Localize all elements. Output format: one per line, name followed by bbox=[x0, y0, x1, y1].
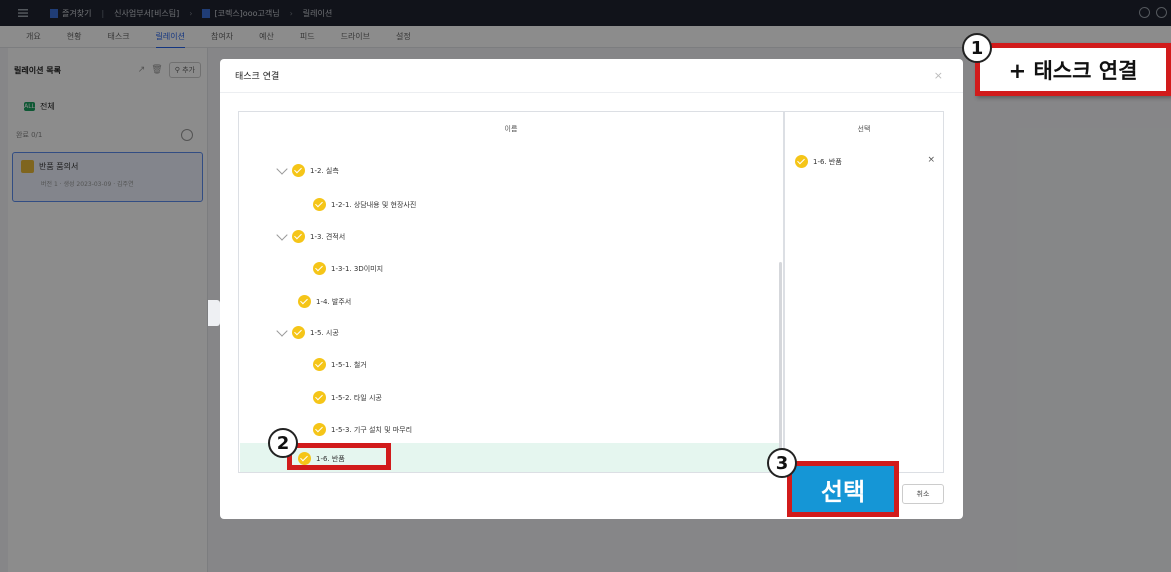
step-badge-3: 3 bbox=[767, 448, 797, 478]
scrollbar[interactable] bbox=[779, 262, 782, 462]
highlight-frame bbox=[287, 443, 391, 470]
check-icon bbox=[313, 391, 326, 404]
selected-column-header: 선택 bbox=[857, 125, 871, 133]
selected-item: 1-6. 반품 × bbox=[795, 155, 935, 168]
check-icon bbox=[313, 423, 326, 436]
check-icon bbox=[292, 326, 305, 339]
tree-node[interactable]: 1-5-2. 타일 시공 bbox=[313, 391, 382, 404]
tree-node[interactable]: 1-2-1. 상담내용 및 현장사진 bbox=[313, 198, 416, 211]
tree-node[interactable]: 1-3-1. 3D이미지 bbox=[313, 262, 383, 275]
check-icon bbox=[313, 358, 326, 371]
check-icon bbox=[313, 198, 326, 211]
check-icon bbox=[313, 262, 326, 275]
selected-panel: 선택 1-6. 반품 × bbox=[784, 111, 944, 473]
tree-column-header: 이름 bbox=[504, 125, 518, 133]
check-icon bbox=[292, 164, 305, 177]
tree-node[interactable]: 1-5-3. 기구 설치 및 마무리 bbox=[313, 423, 412, 436]
remove-icon[interactable]: × bbox=[927, 155, 935, 165]
task-tree-panel: 이름 1-2. 실측 1-2-1. 상담내용 및 현장사진 1-3. 견적서 1… bbox=[238, 111, 784, 473]
chevron-down-icon[interactable] bbox=[277, 328, 287, 338]
modal-header: 태스크 연결 × bbox=[220, 59, 963, 93]
close-icon[interactable]: × bbox=[934, 69, 943, 82]
callout-task-link: + 태스크 연결 bbox=[975, 43, 1171, 96]
step-badge-2: 2 bbox=[268, 428, 298, 458]
tree-node[interactable]: 1-3. 견적서 bbox=[277, 230, 345, 243]
tree-node[interactable]: 1-2. 실측 bbox=[277, 164, 339, 177]
select-button[interactable]: 선택 bbox=[787, 461, 899, 517]
tree-node[interactable]: 1-4. 발주서 bbox=[298, 295, 351, 308]
check-icon bbox=[292, 230, 305, 243]
chevron-down-icon[interactable] bbox=[277, 166, 287, 176]
step-badge-1: 1 bbox=[962, 33, 992, 63]
cancel-button[interactable]: 취소 bbox=[902, 484, 944, 504]
tree-node[interactable]: 1-5. 시공 bbox=[277, 326, 339, 339]
collapse-handle[interactable] bbox=[208, 300, 220, 326]
check-icon bbox=[795, 155, 808, 168]
chevron-down-icon[interactable] bbox=[277, 232, 287, 242]
modal-title: 태스크 연결 bbox=[235, 72, 280, 82]
tree-node[interactable]: 1-5-1. 철거 bbox=[313, 358, 367, 371]
check-icon bbox=[298, 295, 311, 308]
